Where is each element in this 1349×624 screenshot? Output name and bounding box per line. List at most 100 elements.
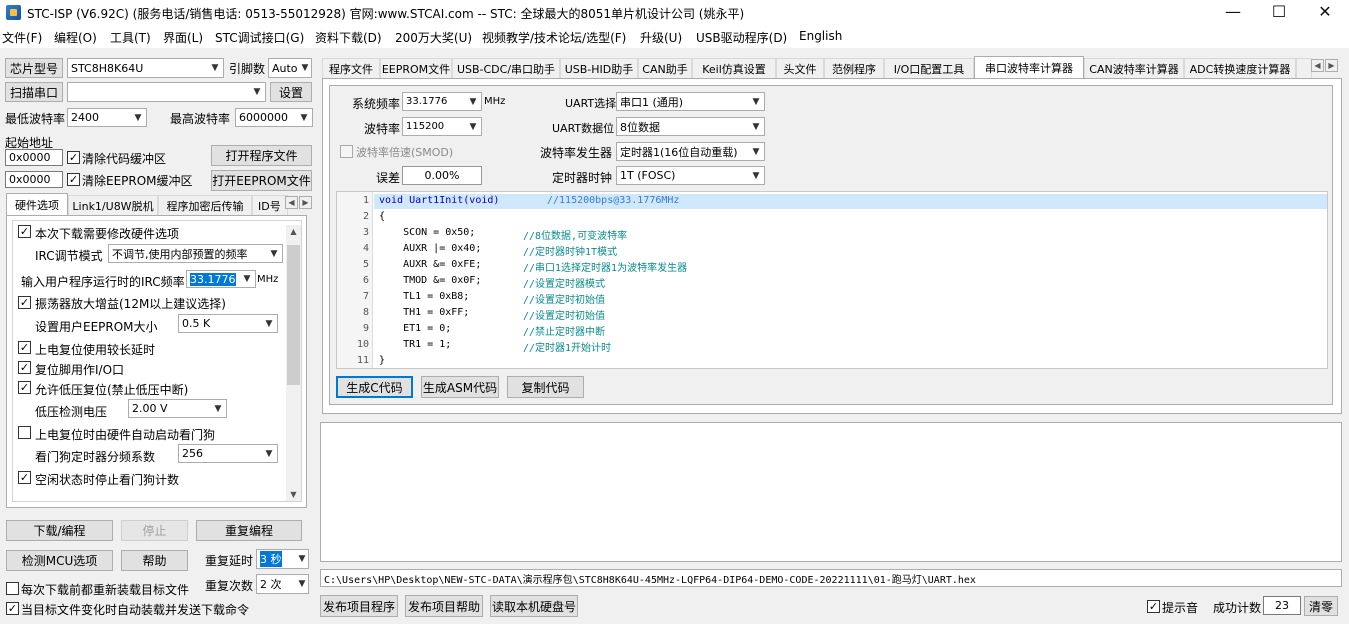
scan-port-button[interactable]: 扫描串口 — [5, 82, 63, 102]
title-bar: STC-ISP (V6.92C) (服务电话/销售电话: 0513-550129… — [0, 0, 1349, 26]
publish-help-button[interactable]: 发布项目帮助 — [405, 595, 483, 617]
tab-can-assistant[interactable]: CAN助手 — [638, 58, 692, 78]
baud-gen-select[interactable]: 定时器1(16位自动重载) ▼ — [616, 142, 765, 161]
auto-load-checkbox[interactable]: ✓ — [6, 602, 19, 615]
detect-mcu-button[interactable]: 检测MCU选项 — [6, 550, 113, 571]
menu-prize[interactable]: 200万大奖(U) — [395, 29, 472, 46]
uart-bits-select[interactable]: 8位数据 ▼ — [616, 117, 765, 136]
tab-uart-baud-calc[interactable]: 串口波特率计算器 — [974, 56, 1084, 78]
tab-overflow[interactable] — [1296, 58, 1312, 78]
tab-header-file[interactable]: 头文件 — [776, 58, 824, 78]
scroll-up-icon[interactable]: ▲ — [287, 225, 300, 238]
smod-label: 波特率倍速(SMOD) — [356, 146, 454, 159]
menu-interface[interactable]: 界面(L) — [163, 29, 203, 46]
menu-file[interactable]: 文件(F) — [2, 29, 42, 46]
stop-button[interactable]: 停止 — [121, 520, 188, 541]
copy-code-button[interactable]: 复制代码 — [507, 376, 584, 398]
irc-mode-select[interactable]: 不调节,使用内部预置的频率 ▼ — [108, 244, 283, 263]
maximize-button[interactable]: ☐ — [1256, 0, 1302, 26]
port-select[interactable]: ▼ — [67, 82, 266, 102]
menu-video[interactable]: 视频教学/技术论坛/选型(F) — [482, 29, 626, 46]
generate-asm-button[interactable]: 生成ASM代码 — [421, 376, 499, 398]
timer-clock-select[interactable]: 1T (FOSC) ▼ — [616, 166, 765, 185]
menu-debug[interactable]: STC调试接口(G) — [215, 29, 304, 46]
smod-checkbox[interactable] — [340, 145, 353, 158]
menu-usb-driver[interactable]: USB驱动程序(D) — [696, 29, 787, 46]
generate-c-button[interactable]: 生成C代码 — [336, 376, 413, 398]
menu-program[interactable]: 编程(O) — [54, 29, 97, 46]
sound-checkbox[interactable]: ✓ — [1147, 600, 1160, 613]
chevron-down-icon: ▼ — [253, 87, 261, 97]
osc-gain-checkbox[interactable]: ✓ — [18, 296, 31, 309]
tab-can-baud-calc[interactable]: CAN波特率计算器 — [1084, 58, 1184, 78]
irc-mode-value: 不调节,使用内部预置的频率 — [112, 247, 248, 261]
wdt-prescaler-select[interactable]: 256 ▼ — [178, 444, 278, 463]
settings-button[interactable]: 设置 — [270, 82, 312, 102]
sysfreq-select[interactable]: 33.1776 ▼ — [402, 92, 482, 111]
low-voltage-reset-checkbox[interactable]: ✓ — [18, 381, 31, 394]
code-address-input[interactable]: 0x0000 — [5, 149, 63, 166]
repeat-count-select[interactable]: 2 次 ▼ — [256, 574, 309, 594]
max-baud-select[interactable]: 6000000 ▼ — [235, 108, 313, 127]
idle-stop-wdt-checkbox[interactable]: ✓ — [18, 471, 31, 484]
hw-watchdog-checkbox[interactable] — [18, 426, 31, 439]
clear-code-checkbox[interactable]: ✓ — [67, 151, 80, 164]
hex-file-path[interactable]: C:\Users\HP\Desktop\NEW-STC-DATA\演示程序包\S… — [320, 569, 1342, 587]
menu-upgrade[interactable]: 升级(U) — [640, 29, 682, 46]
pins-select[interactable]: Auto ▼ — [268, 58, 312, 78]
download-program-button[interactable]: 下载/编程 — [6, 520, 113, 541]
tab-examples[interactable]: 范例程序 — [824, 58, 884, 78]
app-icon — [6, 5, 21, 20]
baud-select[interactable]: 115200 ▼ — [402, 117, 482, 136]
clear-count-button[interactable]: 清零 — [1304, 596, 1338, 616]
tab-scroll-left-icon[interactable]: ◀ — [1311, 59, 1324, 72]
long-reset-delay-checkbox[interactable]: ✓ — [18, 341, 31, 354]
chevron-down-icon: ▼ — [300, 112, 308, 123]
uart-select[interactable]: 串口1 (通用) ▼ — [616, 92, 765, 111]
help-button[interactable]: 帮助 — [121, 550, 188, 571]
code-editor[interactable]: 1 void Uart1Init(void) //115200bps@33.1776… — [336, 191, 1328, 369]
reprogram-button[interactable]: 重复编程 — [196, 520, 302, 541]
chip-type-button[interactable]: 芯片型号 — [5, 58, 63, 78]
reset-pin-io-checkbox[interactable]: ✓ — [18, 361, 31, 374]
open-eeprom-button[interactable]: 打开EEPROM文件 — [211, 170, 312, 191]
menu-english[interactable]: English — [799, 29, 842, 43]
tab-keil-debug[interactable]: Keil仿真设置 — [692, 58, 776, 78]
menu-download[interactable]: 资料下载(D) — [315, 29, 382, 46]
min-baud-select[interactable]: 2400 ▼ — [67, 108, 147, 127]
tab-usb-cdc[interactable]: USB-CDC/串口助手 — [452, 58, 560, 78]
tab-id-number[interactable]: ID号 — [252, 195, 288, 215]
tab-eeprom-file[interactable]: EEPROM文件 — [380, 58, 452, 78]
chevron-down-icon: ▼ — [265, 318, 273, 329]
repeat-delay-select[interactable]: 3 秒 ▼ — [256, 549, 309, 569]
tab-io-config[interactable]: I/O口配置工具 — [884, 58, 974, 78]
tab-hardware-options[interactable]: 硬件选项 — [6, 193, 68, 215]
minimize-button[interactable]: — — [1210, 0, 1256, 26]
success-count-value: 23 — [1263, 596, 1301, 615]
tab-usb-hid[interactable]: USB-HID助手 — [560, 58, 638, 78]
chip-type-select[interactable]: STC8H8K64U ▼ — [67, 58, 224, 78]
open-program-button[interactable]: 打开程序文件 — [211, 145, 312, 166]
options-scrollbar[interactable]: ▲ ▼ — [286, 225, 301, 501]
scroll-down-icon[interactable]: ▼ — [287, 488, 300, 501]
irc-freq-select[interactable]: 33.1776 ▼ — [186, 270, 256, 288]
tab-scroll-right-icon[interactable]: ▶ — [299, 196, 312, 209]
tab-scroll-left-icon[interactable]: ◀ — [285, 196, 298, 209]
tab-scroll-right-icon[interactable]: ▶ — [1325, 59, 1338, 72]
tab-encrypted-transfer[interactable]: 程序加密后传输 — [158, 195, 252, 215]
eeprom-address-input[interactable]: 0x0000 — [5, 171, 63, 188]
tab-program-file[interactable]: 程序文件 — [322, 58, 380, 78]
publish-project-button[interactable]: 发布项目程序 — [320, 595, 398, 617]
scrollbar-thumb[interactable] — [287, 245, 300, 385]
tab-adc-speed-calc[interactable]: ADC转换速度计算器 — [1184, 58, 1296, 78]
reload-target-checkbox[interactable] — [6, 582, 19, 595]
low-voltage-select[interactable]: 2.00 V ▼ — [128, 399, 227, 418]
tab-link1-offline[interactable]: Link1/U8W脱机 — [68, 195, 158, 215]
close-button[interactable]: ✕ — [1302, 0, 1348, 26]
eeprom-size-select[interactable]: 0.5 K ▼ — [178, 314, 278, 333]
menu-tools[interactable]: 工具(T) — [110, 29, 151, 46]
output-log[interactable] — [320, 422, 1342, 562]
modify-hw-checkbox[interactable]: ✓ — [18, 225, 31, 238]
clear-eeprom-checkbox[interactable]: ✓ — [67, 173, 80, 186]
read-disk-id-button[interactable]: 读取本机硬盘号 — [490, 595, 578, 617]
